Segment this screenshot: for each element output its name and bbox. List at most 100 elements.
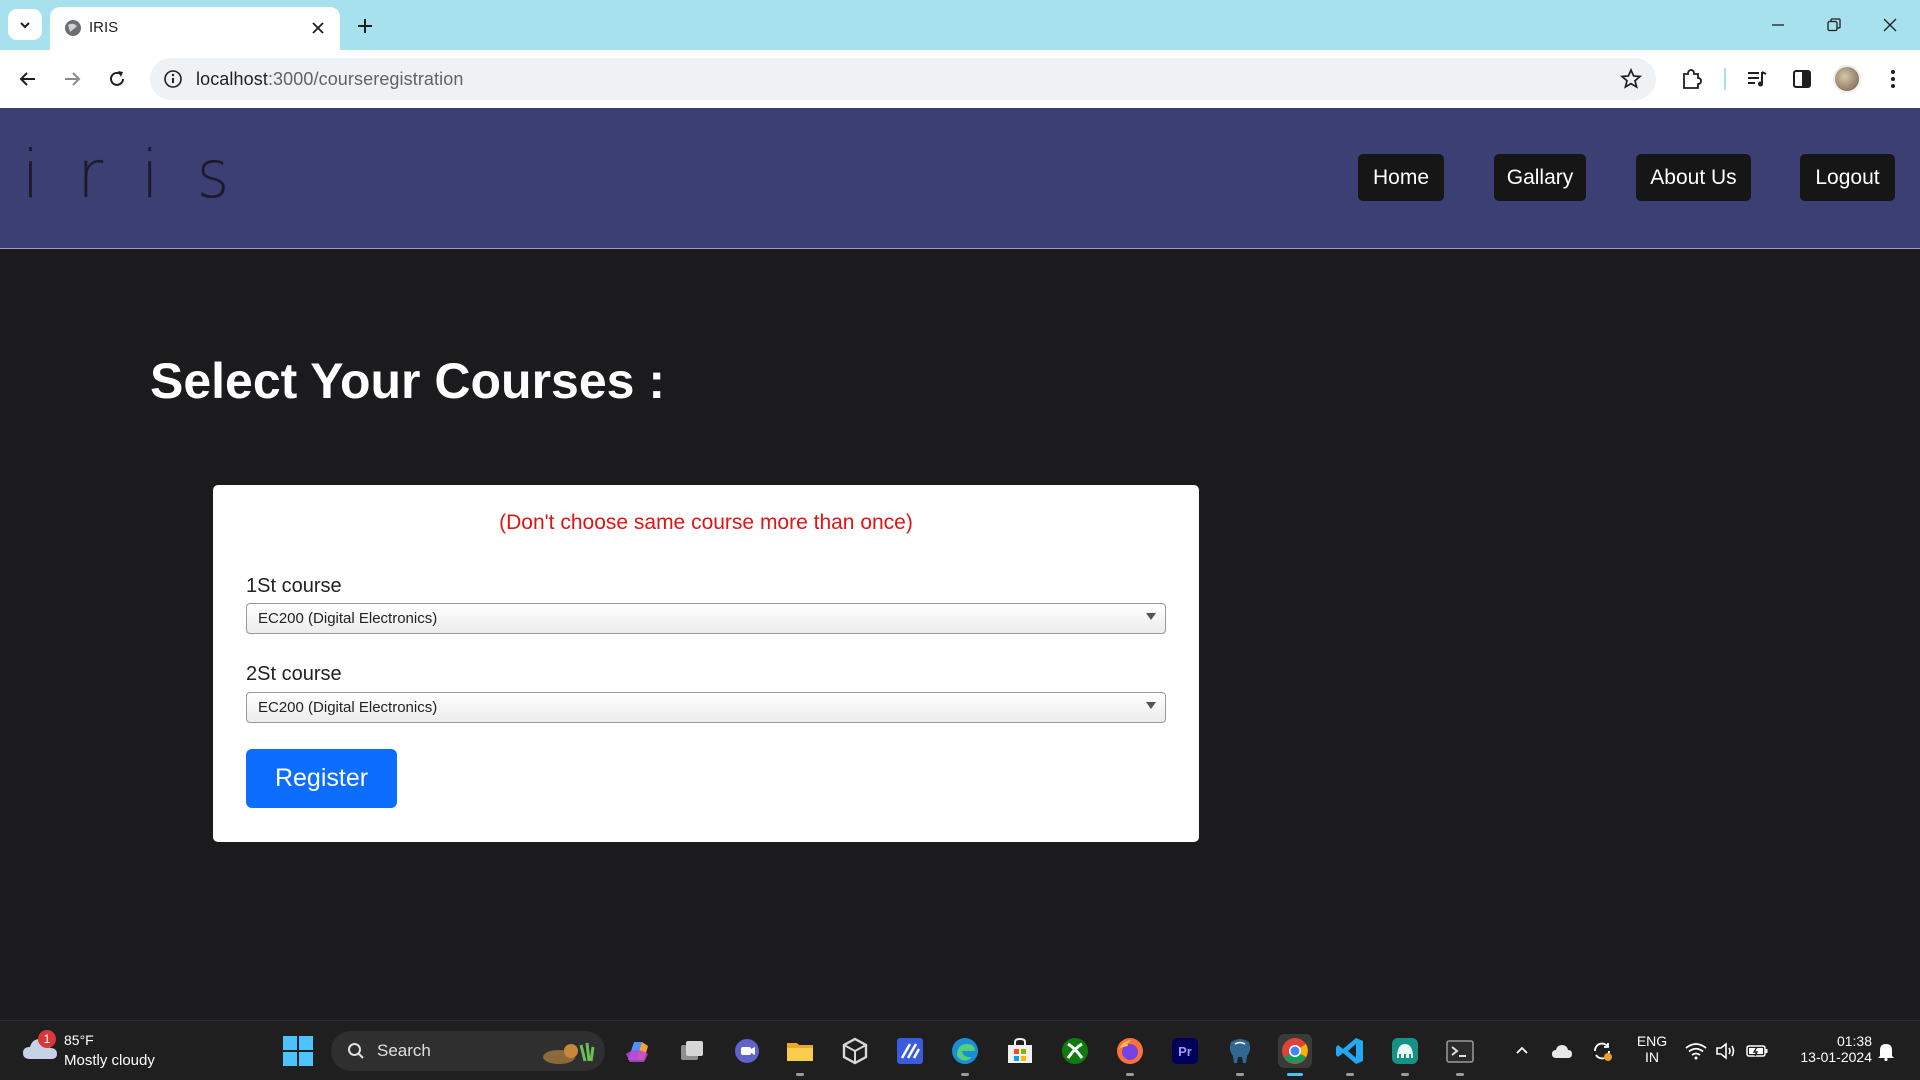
first-course-select[interactable]: EC200 (Digital Electronics)	[246, 603, 1166, 634]
show-hidden-icons-button[interactable]	[1510, 1039, 1534, 1063]
language-indicator[interactable]: ENG IN	[1633, 1033, 1671, 1065]
new-tab-button[interactable]	[352, 13, 378, 39]
nav-about-button[interactable]: About Us	[1636, 154, 1751, 201]
taskbar-search[interactable]: Search	[331, 1031, 605, 1071]
reload-button[interactable]	[103, 65, 131, 93]
first-course-value: EC200 (Digital Electronics)	[258, 610, 438, 627]
second-course-value: EC200 (Digital Electronics)	[258, 699, 438, 716]
terminal-icon	[1446, 1040, 1474, 1063]
more-vertical-icon	[1891, 70, 1895, 88]
chevron-down-icon	[20, 21, 30, 28]
bell-icon	[1878, 1044, 1894, 1061]
course-registration-form: (Don't choose same course more than once…	[213, 485, 1199, 842]
terminal-icon[interactable]	[1443, 1034, 1477, 1076]
windows-logo-icon	[283, 1052, 297, 1066]
edge-icon	[952, 1038, 978, 1064]
close-icon	[312, 22, 324, 34]
forward-button[interactable]	[58, 65, 86, 93]
sync-icon[interactable]	[1590, 1039, 1614, 1063]
profile-avatar[interactable]	[1833, 65, 1861, 93]
address-bar[interactable]: localhost:3000/courseregistration	[150, 58, 1656, 100]
browser-tab[interactable]: IRIS	[50, 7, 340, 50]
task-view-icon[interactable]	[675, 1034, 709, 1068]
bookmark-star-icon[interactable]	[1620, 68, 1642, 90]
site-info-icon[interactable]	[163, 69, 183, 89]
dropdown-arrow-icon	[1146, 702, 1156, 709]
copilot-icon	[626, 1042, 648, 1062]
postgres-icon[interactable]	[1223, 1034, 1257, 1076]
gitkraken-icon[interactable]	[1388, 1034, 1422, 1076]
linear-app-icon[interactable]	[893, 1034, 927, 1068]
windows-taskbar: 1 85°F Mostly cloudy Search Pr ENG IN 01…	[0, 1020, 1920, 1080]
windows-logo-icon	[299, 1052, 313, 1066]
media-controls-button[interactable]	[1743, 65, 1771, 93]
wifi-icon[interactable]	[1684, 1039, 1708, 1063]
speaker-icon	[1716, 1042, 1735, 1060]
arrow-left-icon	[19, 72, 35, 86]
browser-menu-button[interactable]	[1879, 65, 1907, 93]
chevron-up-icon	[1516, 1046, 1528, 1054]
minimize-icon	[1772, 24, 1784, 26]
extensions-button[interactable]	[1677, 65, 1705, 93]
elephant-icon	[1229, 1039, 1251, 1063]
register-button[interactable]: Register	[246, 749, 397, 808]
weather-temperature: 85°F	[64, 1032, 94, 1048]
second-course-select[interactable]: EC200 (Digital Electronics)	[246, 692, 1166, 723]
running-indicator	[1346, 1073, 1354, 1076]
xbox-icon[interactable]	[1058, 1034, 1092, 1068]
notifications-button[interactable]	[1874, 1039, 1898, 1063]
clock[interactable]: 01:38 13-01-2024	[1778, 1033, 1872, 1065]
firefox-icon[interactable]	[1113, 1034, 1147, 1076]
arrow-right-icon	[65, 72, 81, 86]
weather-description: Mostly cloudy	[64, 1052, 155, 1069]
nav-logout-button[interactable]: Logout	[1800, 154, 1895, 201]
tab-search-button[interactable]	[8, 9, 42, 40]
cloud-icon	[1552, 1045, 1572, 1058]
chat-icon	[735, 1039, 759, 1063]
folder-icon	[787, 1043, 813, 1061]
volume-icon[interactable]	[1714, 1039, 1738, 1063]
nav-home-button[interactable]: Home	[1358, 154, 1444, 201]
running-indicator	[796, 1073, 804, 1076]
premiere-pro-icon: Pr	[1172, 1038, 1198, 1064]
microsoft-store-icon[interactable]	[1003, 1034, 1037, 1068]
start-button[interactable]	[283, 1036, 313, 1066]
globe-icon	[65, 20, 81, 36]
store-icon	[1008, 1037, 1032, 1063]
minimize-button[interactable]	[1758, 10, 1798, 40]
restore-button[interactable]	[1814, 10, 1854, 40]
restore-icon	[1827, 18, 1841, 32]
battery-icon[interactable]	[1745, 1039, 1769, 1063]
close-window-button[interactable]	[1870, 10, 1910, 40]
windows-logo-icon	[283, 1036, 297, 1050]
site-logo[interactable]: iris	[22, 136, 267, 213]
clock-date: 13-01-2024	[1800, 1049, 1872, 1065]
nav-gallery-button[interactable]: Gallary	[1494, 154, 1586, 201]
back-button[interactable]	[14, 65, 42, 93]
chrome-icon[interactable]	[1278, 1034, 1312, 1076]
side-panel-button[interactable]	[1788, 65, 1816, 93]
url-path: :3000/courseregistration	[267, 69, 464, 89]
side-panel-icon	[1793, 70, 1811, 88]
windows-logo-icon	[299, 1036, 313, 1050]
warning-message: (Don't choose same course more than once…	[499, 511, 913, 534]
search-highlight-icon	[543, 1042, 595, 1064]
tab-close-button[interactable]	[308, 18, 328, 38]
dropdown-arrow-icon	[1146, 613, 1156, 620]
gitkraken-icon	[1392, 1038, 1418, 1064]
active-indicator	[1287, 1073, 1303, 1076]
unity-icon[interactable]	[838, 1034, 872, 1068]
teams-chat-icon[interactable]	[730, 1034, 764, 1068]
wifi-icon	[1685, 1043, 1707, 1060]
running-indicator	[1401, 1073, 1409, 1076]
vscode-icon[interactable]	[1333, 1034, 1367, 1076]
file-explorer-icon[interactable]	[783, 1034, 817, 1076]
onedrive-icon[interactable]	[1550, 1039, 1574, 1063]
edge-icon[interactable]	[948, 1034, 982, 1076]
playlist-icon	[1748, 71, 1767, 87]
copilot-icon[interactable]	[620, 1034, 654, 1068]
first-course-label: 1St course	[246, 575, 342, 597]
chrome-icon	[1282, 1038, 1308, 1064]
premiere-pro-icon[interactable]: Pr	[1168, 1034, 1202, 1068]
browser-toolbar: localhost:3000/courseregistration	[0, 50, 1920, 108]
